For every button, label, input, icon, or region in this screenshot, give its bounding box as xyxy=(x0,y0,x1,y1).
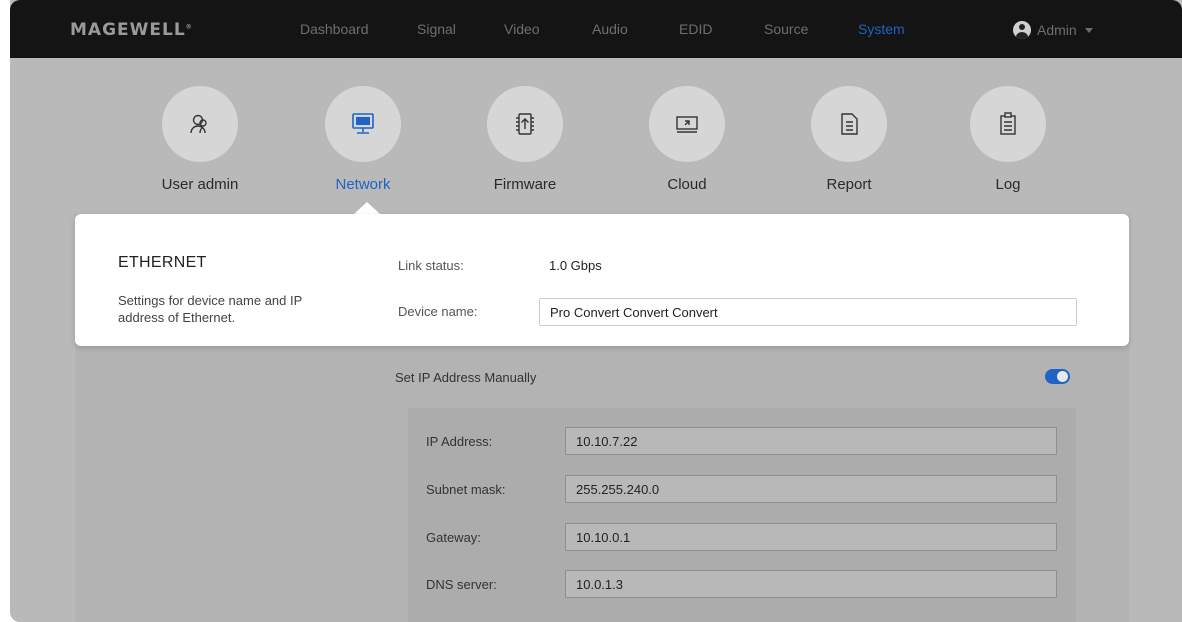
device-name-label: Device name: xyxy=(398,304,478,319)
tile-label: Network xyxy=(335,176,391,193)
tile-label: Log xyxy=(995,176,1021,193)
tile-report[interactable]: Report xyxy=(789,86,909,196)
user-admin-icon xyxy=(162,86,238,162)
link-status-value: 1.0 Gbps xyxy=(549,258,602,273)
user-menu[interactable]: Admin xyxy=(1013,21,1093,39)
gateway-input[interactable] xyxy=(565,523,1057,551)
monitor-icon xyxy=(325,86,401,162)
tile-firmware[interactable]: Firmware xyxy=(465,86,585,196)
ip-address-row: IP Address: xyxy=(408,427,1076,455)
dns-server-label: DNS server: xyxy=(426,577,497,592)
tile-user-admin[interactable]: User admin xyxy=(140,86,260,196)
active-tab-pointer xyxy=(354,202,380,214)
dns-server-input[interactable] xyxy=(565,570,1057,598)
link-status-label: Link status: xyxy=(398,258,464,273)
ip-settings-box: IP Address: Subnet mask: Gateway: DNS se… xyxy=(408,408,1076,622)
avatar-icon xyxy=(1013,21,1031,39)
gateway-label: Gateway: xyxy=(426,530,481,545)
app-window: MAGEWELL® Dashboard Signal Video Audio E… xyxy=(10,0,1182,622)
report-icon xyxy=(811,86,887,162)
subnet-mask-label: Subnet mask: xyxy=(426,482,506,497)
dns-server-row: DNS server: xyxy=(408,570,1076,598)
set-ip-manually-label: Set IP Address Manually xyxy=(395,370,537,385)
tile-cloud[interactable]: Cloud xyxy=(627,86,747,196)
nav-system[interactable]: System xyxy=(858,21,905,37)
user-name: Admin xyxy=(1037,22,1077,38)
nav-source[interactable]: Source xyxy=(764,21,808,37)
tile-label: Cloud xyxy=(667,176,707,193)
chevron-down-icon xyxy=(1084,27,1093,33)
nav-video[interactable]: Video xyxy=(504,21,540,37)
nav-edid[interactable]: EDID xyxy=(679,21,712,37)
clipboard-icon xyxy=(970,86,1046,162)
subnet-mask-row: Subnet mask: xyxy=(408,475,1076,503)
chip-upload-icon xyxy=(487,86,563,162)
tile-label: User admin xyxy=(161,176,239,193)
tile-label: Firmware xyxy=(493,176,557,193)
section-title: ETHERNET xyxy=(118,254,207,271)
brand-logo-mark: ® xyxy=(185,23,193,31)
tile-label: Report xyxy=(826,176,872,193)
tile-network[interactable]: Network xyxy=(303,86,423,196)
subnet-mask-input[interactable] xyxy=(565,475,1057,503)
cloud-screen-icon xyxy=(649,86,725,162)
set-ip-manually-toggle[interactable] xyxy=(1045,369,1070,384)
tile-log[interactable]: Log xyxy=(948,86,1068,196)
device-name-input[interactable] xyxy=(539,298,1077,326)
nav-signal[interactable]: Signal xyxy=(417,21,456,37)
nav-audio[interactable]: Audio xyxy=(592,21,628,37)
brand-logo[interactable]: MAGEWELL® xyxy=(70,20,193,40)
brand-logo-text: MAGEWELL xyxy=(70,20,186,40)
gateway-row: Gateway: xyxy=(408,523,1076,551)
ip-address-input[interactable] xyxy=(565,427,1057,455)
nav-dashboard[interactable]: Dashboard xyxy=(300,21,369,37)
section-description: Settings for device name and IP address … xyxy=(118,293,303,325)
ip-address-label: IP Address: xyxy=(426,434,493,449)
top-navigation-bar: MAGEWELL® Dashboard Signal Video Audio E… xyxy=(10,0,1182,58)
ethernet-card: ETHERNET Settings for device name and IP… xyxy=(75,214,1129,346)
